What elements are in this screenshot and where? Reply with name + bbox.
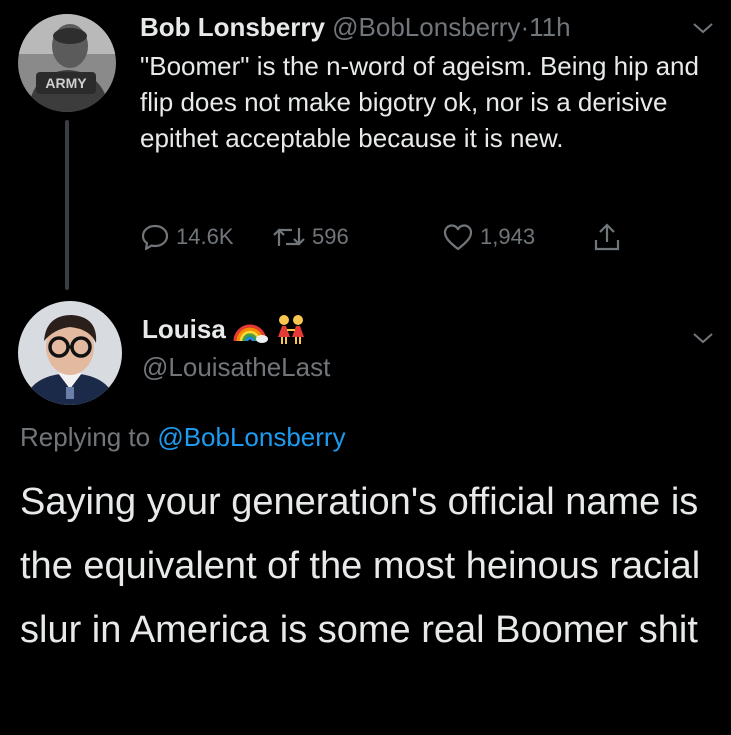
like-button[interactable]: 1,943: [442, 220, 535, 254]
like-icon: [443, 224, 473, 251]
thread-connector-line: [65, 120, 69, 290]
parent-separator: ·: [520, 12, 530, 42]
parent-display-name[interactable]: Bob Lonsberry: [140, 12, 325, 42]
share-icon: [594, 223, 620, 251]
tweet-thread-screen: ARMY Bob Lonsberry @BobLonsberry·11h "Bo…: [0, 0, 731, 735]
parent-tweet-actions: 14.6K 596 1,943: [140, 220, 720, 254]
parent-handle[interactable]: @BobLonsberry: [332, 12, 520, 42]
reply-tweet-text: Saying your generation's official name i…: [20, 481, 701, 651]
reply-button[interactable]: 14.6K: [140, 220, 234, 254]
louisa-avatar[interactable]: [18, 301, 122, 405]
avatar-photo: ARMY: [18, 14, 116, 112]
bob-lonsberry-avatar[interactable]: ARMY: [18, 14, 116, 112]
retweet-button[interactable]: 596: [272, 220, 349, 254]
replying-to-mention-link[interactable]: @BobLonsberry: [157, 422, 345, 452]
replying-to-prefix: Replying to: [20, 422, 151, 452]
two-women-emoji: [277, 315, 304, 344]
rainbow-emoji: [233, 324, 268, 343]
reply-icon: [141, 224, 169, 251]
reply-display-name[interactable]: Louisa: [142, 312, 226, 346]
parent-time[interactable]: 11h: [529, 12, 570, 42]
like-count: 1,943: [480, 224, 536, 249]
chevron-down-icon[interactable]: [690, 328, 716, 348]
reply-handle[interactable]: @LouisatheLast: [142, 350, 330, 384]
retweet-icon: [273, 228, 305, 246]
share-button[interactable]: [592, 220, 628, 254]
retweet-count: 596: [312, 224, 349, 249]
avatar-photo: [18, 301, 122, 405]
parent-tweet-header: Bob Lonsberry @BobLonsberry·11h: [140, 10, 571, 44]
reply-name-row: Louisa: [142, 312, 308, 346]
parent-tweet-text: "Boomer" is the n-word of ageism. Being …: [140, 51, 699, 153]
replying-to-line: Replying to @BobLonsberry: [20, 420, 346, 454]
chevron-down-icon[interactable]: [690, 18, 716, 38]
reply-count: 14.6K: [176, 224, 234, 249]
avatar-army-text: ARMY: [45, 75, 87, 91]
